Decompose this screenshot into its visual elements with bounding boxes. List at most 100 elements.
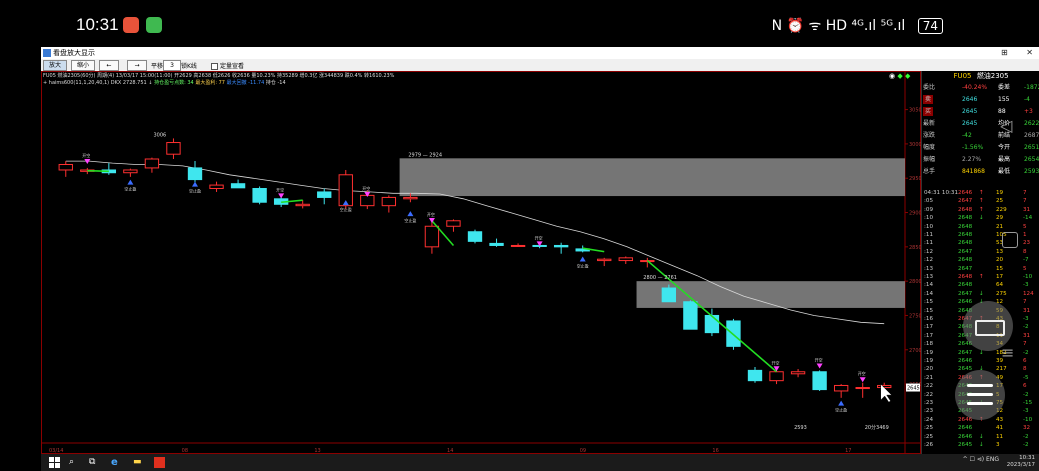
sell-signal-marker <box>816 363 823 369</box>
y-tick-label: 2800 <box>909 279 921 285</box>
y-tick-label: 2950 <box>909 176 921 182</box>
quote-label: 卖 <box>923 95 934 104</box>
menu-icon[interactable] <box>967 384 993 406</box>
tick-change: -10 <box>1023 416 1033 423</box>
signal-label: 开空 <box>82 152 90 158</box>
windows-start-icon[interactable] <box>49 457 60 468</box>
system-tray[interactable]: ^ ☐ ⊲) ENG <box>963 456 999 463</box>
tick-price: 2648 <box>958 282 973 289</box>
candle-body <box>58 163 73 171</box>
signal-label: 空止盈 <box>189 188 201 194</box>
signal-label: 开空 <box>276 186 284 192</box>
tick-volume: 17 <box>996 274 1004 280</box>
tick-time: :12 <box>924 257 934 264</box>
signal-label: 开空 <box>772 359 780 365</box>
search-icon[interactable]: ⌕ <box>69 457 80 468</box>
maximize-button[interactable]: ⊞ <box>1001 48 1008 57</box>
tick-time: :25 <box>924 425 934 432</box>
lock-kline-label[interactable]: 锁K线 <box>181 61 197 70</box>
tick-price: 2647 <box>958 290 973 297</box>
tick-price: 2646 <box>958 433 973 440</box>
tick-change: -5 <box>1023 374 1029 381</box>
quote-value-right: -1872 <box>1024 84 1039 91</box>
trading-window: 看盘放大显示 ⊞ ✕ 放大 缩小 ← → 平移 3 锁K线 定量宣看 FU05 … <box>41 47 1039 454</box>
candle-body <box>144 158 160 169</box>
quote-value: 2645 <box>962 120 978 127</box>
candle-body <box>230 183 246 189</box>
quote-field: 最低 <box>998 168 1011 175</box>
buy-signal-marker <box>192 181 198 187</box>
fixed-scale-checkbox[interactable]: 定量宣看 <box>211 61 244 70</box>
kline-chart-area[interactable]: FU05 燃油2305(60分) 周期(4) 13/03/17 15:00(11… <box>41 71 921 454</box>
keyboard-icon[interactable] <box>975 320 1005 336</box>
quote-value-right: 2593 <box>1024 168 1039 175</box>
tick-volume: 64 <box>996 282 1004 289</box>
zoom-out-button[interactable]: 缩小 <box>71 60 95 71</box>
close-button[interactable]: ✕ <box>1026 48 1033 57</box>
candlestick-chart[interactable]: 30503000295029002850280027502700265003/1… <box>41 71 921 454</box>
tick-time: :13 <box>924 274 934 280</box>
back-triangle-icon[interactable]: ◁ <box>1000 116 1012 135</box>
quote-name: 燃油2305 <box>976 72 1009 80</box>
tick-time: :05 <box>924 198 934 205</box>
signal-label: 空止盈 <box>577 262 589 268</box>
tick-row: :25 2646 ↓ 11 -2 <box>922 433 1039 441</box>
candle-body <box>683 301 698 330</box>
trading-app-icon[interactable] <box>154 457 165 468</box>
taskbar-clock[interactable]: 10:31 2023/3/17 <box>1007 455 1035 469</box>
fixed-scale-label: 定量宣看 <box>220 63 245 70</box>
chart-frame <box>41 71 921 454</box>
battery-icon: 74 <box>917 18 943 34</box>
tick-change: 31 <box>1023 332 1031 339</box>
candle-body <box>446 220 461 227</box>
candle-body <box>467 231 483 242</box>
task-view-icon[interactable]: ⧉ <box>89 457 100 468</box>
tick-change: -15 <box>1023 400 1033 406</box>
tick-volume: 41 <box>996 425 1004 432</box>
tick-price: 2646 <box>958 358 973 364</box>
pan-right-button[interactable]: → <box>127 60 147 71</box>
home-square-icon[interactable] <box>1002 232 1018 248</box>
signal-label: 空止盈 <box>404 217 416 223</box>
quote-header: FU05 燃油2305 <box>922 71 1039 81</box>
candle-body <box>424 225 440 248</box>
file-explorer-icon[interactable]: ▬ <box>133 457 144 468</box>
tick-volume: 20 <box>996 257 1004 264</box>
buy-signal-marker <box>838 400 845 406</box>
y-tick-label: 2750 <box>909 313 921 319</box>
candle-body <box>403 196 418 200</box>
quote-field: 今开 <box>998 144 1011 151</box>
floating-menu-button[interactable] <box>955 370 1005 420</box>
tick-time: :20 <box>924 366 934 373</box>
toolbar: 放大 缩小 ← → 平移 3 锁K线 定量宣看 <box>41 59 1039 71</box>
candle-body <box>769 371 784 382</box>
tick-time: :17 <box>924 324 934 331</box>
windows-taskbar: ⌕ ⧉ e ▬ ^ ☐ ⊲) ENG 10:31 2023/3/17 <box>41 454 1039 471</box>
tick-volume: 25 <box>996 198 1004 205</box>
signal-label: 开空 <box>815 357 823 363</box>
shift-input[interactable]: 3 <box>163 60 181 71</box>
tick-volume: 3 <box>996 442 1000 448</box>
signal-label: 开空 <box>535 234 543 240</box>
pan-left-button[interactable]: ← <box>99 60 119 71</box>
quote-value: -1.56% <box>962 144 984 151</box>
tick-change: 31 <box>1023 206 1031 213</box>
tick-arrow: ↑ <box>979 198 984 205</box>
tick-change: 32 <box>1023 425 1031 432</box>
tick-price: 2648 <box>958 215 973 222</box>
window-title: 看盘放大显示 <box>53 49 95 57</box>
signal-label: 开空 <box>362 185 370 191</box>
quote-value: 2.27% <box>962 156 982 163</box>
zoom-in-button[interactable]: 放大 <box>43 60 67 71</box>
clock-date: 2023/3/17 <box>1006 462 1035 468</box>
tick-row: :14 2647 ↓ 275 124 <box>922 290 1039 298</box>
tick-arrow: ↑ <box>979 206 984 213</box>
recents-lines-icon[interactable]: ≡ <box>1001 343 1014 362</box>
edge-browser-icon[interactable]: e <box>111 457 122 468</box>
tick-change: -2 <box>1023 433 1029 440</box>
candle-body <box>618 257 633 262</box>
tick-change: 8 <box>1023 248 1027 255</box>
tick-time: :15 <box>924 299 934 306</box>
checkbox-box[interactable] <box>211 63 218 70</box>
tick-price: 2648 <box>958 206 973 213</box>
